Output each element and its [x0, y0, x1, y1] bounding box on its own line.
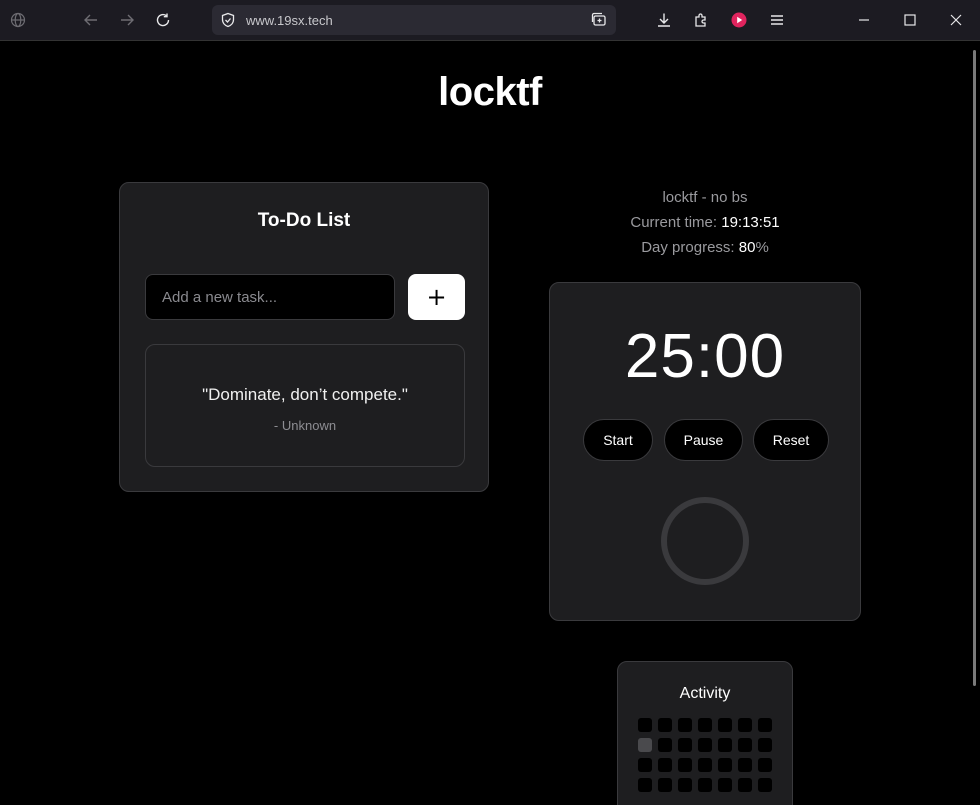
- activity-cell: [698, 758, 712, 772]
- time-label: Current time:: [630, 214, 718, 231]
- progress-unit: %: [755, 239, 769, 256]
- tabs-icon[interactable]: [590, 11, 608, 29]
- activity-cell: [738, 738, 752, 752]
- activity-cell: [738, 718, 752, 732]
- activity-cell: [658, 758, 672, 772]
- activity-cell: [698, 718, 712, 732]
- media-icon[interactable]: [727, 8, 751, 32]
- activity-card: Activity: [617, 661, 793, 805]
- globe-icon: [6, 8, 30, 32]
- task-input[interactable]: [145, 274, 395, 320]
- maximize-icon[interactable]: [898, 8, 922, 32]
- browser-toolbar: www.19sx.tech: [0, 0, 980, 41]
- reset-button[interactable]: Reset: [753, 419, 829, 461]
- pause-button[interactable]: Pause: [664, 419, 743, 461]
- pomodoro-card: 25:00 Start Pause Reset: [549, 282, 861, 621]
- activity-cell: [758, 738, 772, 752]
- activity-cell: [658, 738, 672, 752]
- activity-cell: [758, 778, 772, 792]
- activity-cell: [758, 758, 772, 772]
- activity-cell: [638, 738, 652, 752]
- activity-cell: [718, 738, 732, 752]
- activity-title: Activity: [679, 685, 731, 702]
- activity-cell: [638, 718, 652, 732]
- progress-label: Day progress:: [641, 239, 735, 256]
- forward-icon[interactable]: [115, 8, 139, 32]
- activity-cell: [718, 758, 732, 772]
- current-time: Current time: 19:13:51: [550, 214, 860, 231]
- activity-cell: [638, 758, 652, 772]
- add-task-button[interactable]: +: [408, 274, 465, 320]
- activity-cell: [758, 718, 772, 732]
- quote-box: "Dominate, don’t compete." - Unknown: [145, 344, 465, 467]
- activity-cell: [678, 758, 692, 772]
- extensions-icon[interactable]: [689, 8, 713, 32]
- reload-icon[interactable]: [151, 8, 175, 32]
- address-bar[interactable]: www.19sx.tech: [212, 5, 616, 35]
- page-scrollbar[interactable]: [973, 50, 976, 686]
- todo-card: To-Do List + "Dominate, don’t compete." …: [119, 182, 489, 492]
- minimize-icon[interactable]: [852, 8, 876, 32]
- quote-author: - Unknown: [273, 418, 337, 433]
- menu-icon[interactable]: [765, 8, 789, 32]
- timer-display: 25:00: [624, 322, 786, 391]
- close-icon[interactable]: [944, 8, 968, 32]
- time-value: 19:13:51: [721, 214, 780, 231]
- activity-cell: [678, 738, 692, 752]
- shield-icon: [221, 12, 235, 28]
- activity-cell: [658, 778, 672, 792]
- download-icon[interactable]: [652, 8, 676, 32]
- url-text: www.19sx.tech: [246, 13, 333, 28]
- page-title: locktf: [438, 70, 542, 114]
- activity-cell: [738, 778, 752, 792]
- activity-cell: [658, 718, 672, 732]
- todo-title: To-Do List: [257, 210, 351, 231]
- activity-grid: [638, 718, 772, 792]
- activity-cell: [698, 778, 712, 792]
- timer-progress-ring: [661, 497, 749, 585]
- activity-cell: [738, 758, 752, 772]
- activity-cell: [678, 778, 692, 792]
- activity-cell: [638, 778, 652, 792]
- activity-cell: [718, 718, 732, 732]
- progress-value: 80: [738, 239, 756, 256]
- activity-cell: [678, 718, 692, 732]
- activity-cell: [718, 778, 732, 792]
- start-button[interactable]: Start: [583, 419, 653, 461]
- back-icon[interactable]: [79, 8, 103, 32]
- quote-text: "Dominate, don’t compete.": [202, 385, 408, 404]
- day-progress: Day progress: 80%: [550, 239, 860, 256]
- activity-cell: [698, 738, 712, 752]
- tagline: locktf - no bs: [662, 189, 748, 206]
